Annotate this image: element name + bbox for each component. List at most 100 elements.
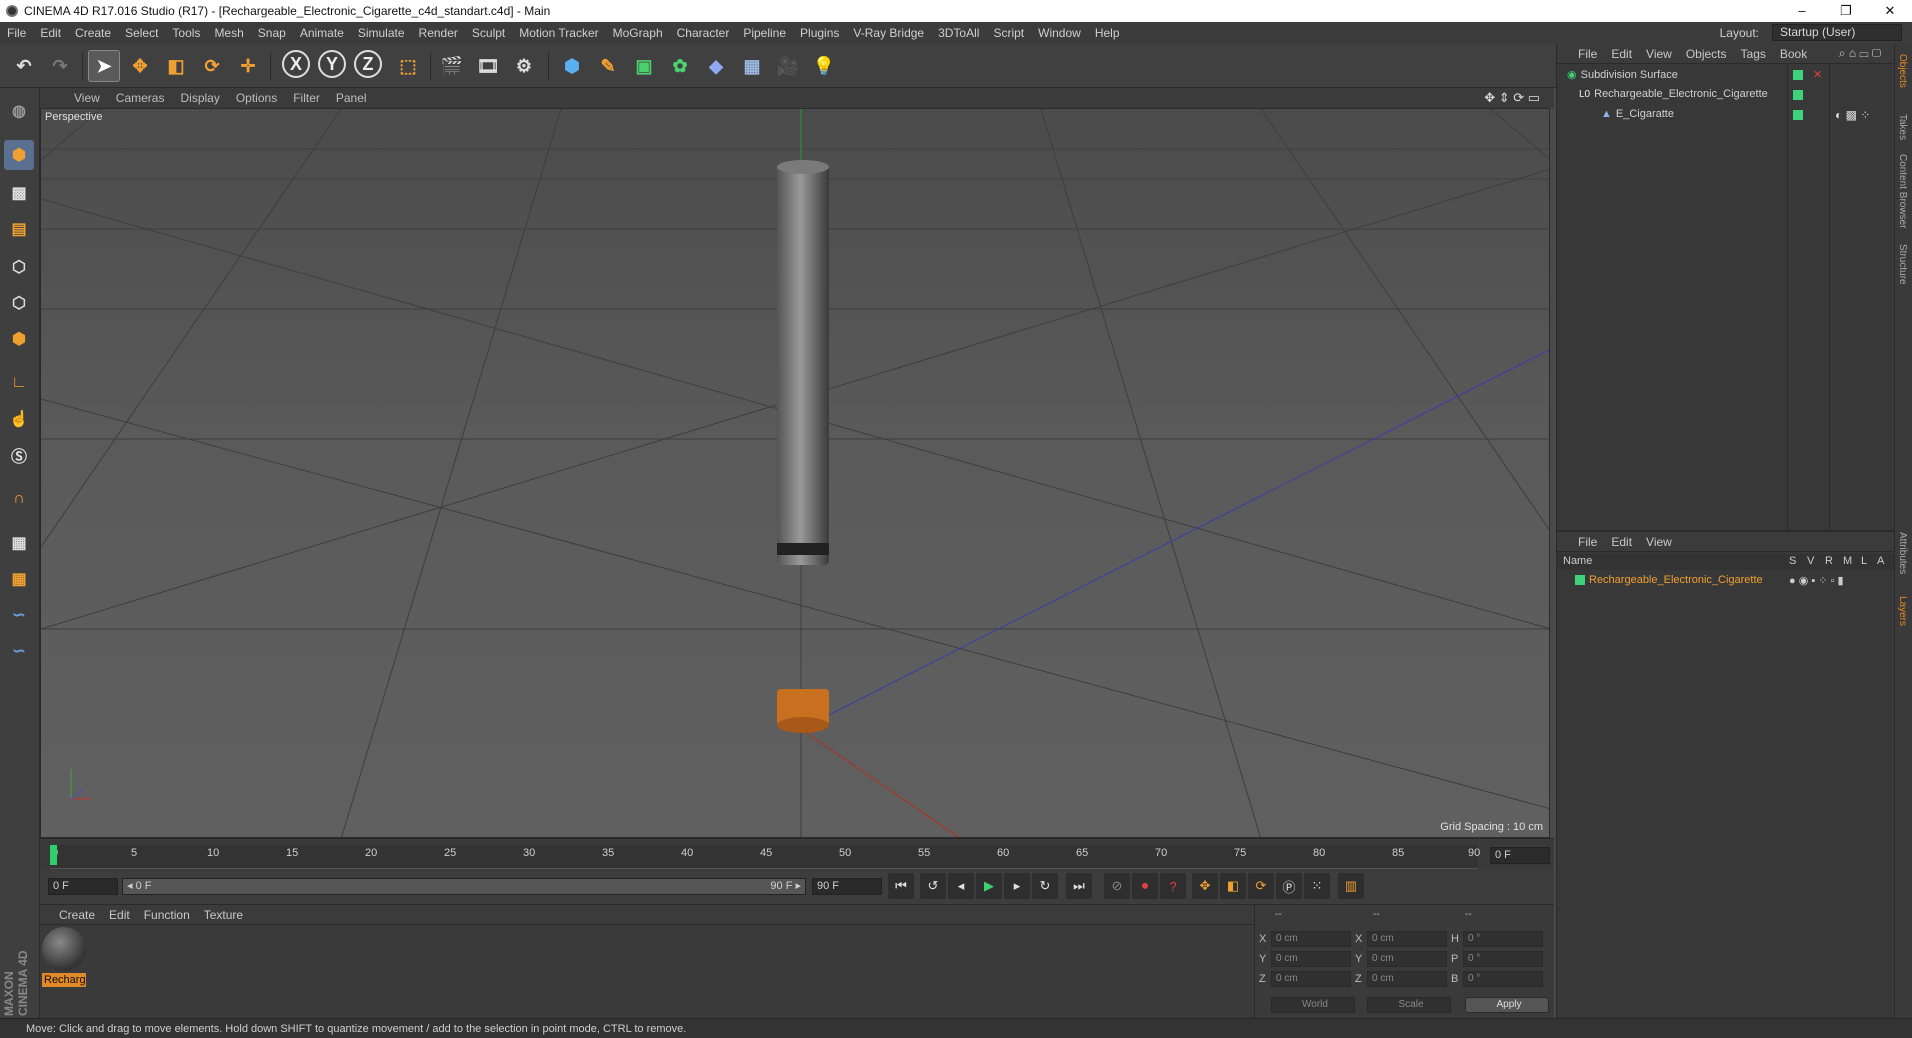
- previous-frame-icon[interactable]: ◂: [948, 873, 974, 899]
- objects-menu-objects[interactable]: Objects: [1679, 47, 1734, 61]
- material-menu-function[interactable]: Function: [137, 908, 197, 922]
- python-icon[interactable]: ∽: [4, 600, 34, 630]
- magnet-icon[interactable]: ∩: [4, 484, 34, 514]
- close-button[interactable]: ✕: [1868, 0, 1912, 22]
- rotation-p-field[interactable]: 0 °: [1463, 951, 1543, 967]
- deformer-icon[interactable]: ◆: [700, 50, 732, 82]
- key-scale-icon[interactable]: ◧: [1220, 873, 1246, 899]
- position-z-field[interactable]: 0 cm: [1271, 971, 1351, 987]
- material-name[interactable]: Recharg: [42, 973, 86, 987]
- menu-file[interactable]: File: [0, 26, 33, 40]
- edges-mode-icon[interactable]: ⬡: [4, 288, 34, 318]
- visibility-flag[interactable]: [1793, 90, 1803, 100]
- play-icon[interactable]: ▶: [976, 873, 1002, 899]
- layer-color-swatch[interactable]: [1575, 575, 1585, 585]
- menu-motion-tracker[interactable]: Motion Tracker: [512, 26, 605, 40]
- menu-simulate[interactable]: Simulate: [351, 26, 412, 40]
- layers-menu-edit[interactable]: Edit: [1604, 535, 1639, 549]
- viewport-menu-display[interactable]: Display: [172, 91, 227, 105]
- transform-tool-icon[interactable]: ✛: [232, 50, 264, 82]
- viewport-menu-options[interactable]: Options: [228, 91, 285, 105]
- axis-mode-icon[interactable]: ∟: [4, 368, 34, 398]
- viewport-menu-cameras[interactable]: Cameras: [108, 91, 173, 105]
- polygons-mode-icon[interactable]: ⬢: [4, 324, 34, 354]
- light-icon[interactable]: 💡: [808, 50, 840, 82]
- menu-render[interactable]: Render: [412, 26, 465, 40]
- menu-mograph[interactable]: MoGraph: [606, 26, 670, 40]
- viewport-navigation-icon[interactable]: ✥ ⇕ ⟳ ▭: [1476, 90, 1548, 106]
- tweak-mode-icon[interactable]: ☝: [4, 404, 34, 434]
- texture-mode-icon[interactable]: ▩: [4, 178, 34, 208]
- position-x-field[interactable]: 0 cm: [1271, 931, 1351, 947]
- rotation-b-field[interactable]: 0 °: [1463, 971, 1543, 987]
- objects-menu-book[interactable]: Book: [1773, 47, 1814, 61]
- previous-key-icon[interactable]: ↺: [920, 873, 946, 899]
- key-parameter-icon[interactable]: Ⓟ: [1276, 873, 1302, 899]
- visibility-flag[interactable]: [1793, 70, 1803, 80]
- menu-script[interactable]: Script: [986, 26, 1031, 40]
- objects-menu-edit[interactable]: Edit: [1604, 47, 1639, 61]
- next-key-icon[interactable]: ↻: [1032, 873, 1058, 899]
- axis-z-lock[interactable]: Z: [354, 50, 382, 78]
- layer-flags-icon[interactable]: ● ◉ ▪ ⁘ ▫ ▮: [1789, 574, 1844, 587]
- minimize-button[interactable]: –: [1780, 0, 1824, 22]
- apply-button[interactable]: Apply: [1465, 997, 1549, 1013]
- size-mode-dropdown[interactable]: Scale: [1367, 997, 1451, 1013]
- workplane-lock-icon[interactable]: ▦: [4, 528, 34, 558]
- material-menu-edit[interactable]: Edit: [102, 908, 137, 922]
- scale-tool-icon[interactable]: ◧: [160, 50, 192, 82]
- model-mode-icon[interactable]: ⬢: [4, 140, 34, 170]
- layout-dropdown[interactable]: Startup (User): [1772, 24, 1902, 41]
- render-picture-viewer-icon[interactable]: 🎞: [472, 50, 504, 82]
- menu-window[interactable]: Window: [1031, 26, 1088, 40]
- axis-x-lock[interactable]: X: [282, 50, 310, 78]
- spline-pen-icon[interactable]: ✎: [592, 50, 624, 82]
- camera-icon[interactable]: 🎥: [772, 50, 804, 82]
- tab-objects[interactable]: Objects: [1897, 54, 1908, 88]
- tab-content-browser[interactable]: Content Browser: [1897, 154, 1908, 228]
- coordinate-mode-dropdown[interactable]: World: [1271, 997, 1355, 1013]
- cube-primitive-icon[interactable]: ⬢: [556, 50, 588, 82]
- grid-snap-icon[interactable]: ▦: [4, 564, 34, 594]
- next-frame-icon[interactable]: ▸: [1004, 873, 1030, 899]
- axis-y-lock[interactable]: Y: [318, 50, 346, 78]
- frame-range-slider[interactable]: ◂ 0 F 90 F ▸: [122, 878, 806, 895]
- material-thumbnail[interactable]: [42, 927, 86, 971]
- maximize-button[interactable]: ❐: [1824, 0, 1868, 22]
- selection-arrow-icon[interactable]: ➤: [88, 50, 120, 82]
- visibility-flag[interactable]: [1793, 110, 1803, 120]
- key-rotation-icon[interactable]: ⟳: [1248, 873, 1274, 899]
- timeline-ruler[interactable]: 0 5 10 15 20 25 30 35 40 45 50 55 60 65 …: [50, 845, 1480, 869]
- objects-menu-tags[interactable]: Tags: [1734, 47, 1773, 61]
- size-y-field[interactable]: 0 cm: [1367, 951, 1447, 967]
- undo-icon[interactable]: ↶: [8, 50, 40, 82]
- size-x-field[interactable]: 0 cm: [1367, 931, 1447, 947]
- coordinate-system-icon[interactable]: ⬚: [392, 50, 424, 82]
- viewport-perspective[interactable]: Perspective Grid Spacing : 10 cm: [40, 108, 1550, 838]
- material-menu-create[interactable]: Create: [52, 908, 102, 922]
- motion-path-icon[interactable]: ⊘: [1104, 873, 1130, 899]
- start-frame-field[interactable]: 0 F: [48, 878, 118, 895]
- objects-menu-view[interactable]: View: [1639, 47, 1679, 61]
- go-to-start-icon[interactable]: ⏮: [888, 873, 914, 899]
- rotation-h-field[interactable]: 0 °: [1463, 931, 1543, 947]
- menu-create[interactable]: Create: [68, 26, 118, 40]
- material-tag-icon[interactable]: ◐ ▩ ⁘: [1835, 108, 1870, 122]
- object-row[interactable]: ▲ E_Cigaratte: [1601, 108, 1674, 120]
- object-row[interactable]: L0 Rechargeable_Electronic_Cigarette: [1579, 88, 1768, 100]
- make-editable-icon[interactable]: ◍: [4, 96, 34, 126]
- timeline-window-icon[interactable]: ▥: [1338, 873, 1364, 899]
- menu-character[interactable]: Character: [670, 26, 737, 40]
- layer-row[interactable]: Rechargeable_Electronic_Cigarette: [1575, 574, 1763, 586]
- object-row[interactable]: ◉ Subdivision Surface: [1567, 68, 1678, 82]
- menu-help[interactable]: Help: [1088, 26, 1127, 40]
- workplane-mode-icon[interactable]: ▤: [4, 214, 34, 244]
- playhead[interactable]: [50, 845, 57, 865]
- menu-vray-bridge[interactable]: V-Ray Bridge: [846, 26, 931, 40]
- render-settings-icon[interactable]: ⚙: [508, 50, 540, 82]
- menu-tools[interactable]: Tools: [165, 26, 207, 40]
- material-menu-texture[interactable]: Texture: [197, 908, 250, 922]
- points-mode-icon[interactable]: ⬡: [4, 252, 34, 282]
- menu-plugins[interactable]: Plugins: [793, 26, 846, 40]
- tab-attributes[interactable]: Attributes: [1897, 532, 1908, 574]
